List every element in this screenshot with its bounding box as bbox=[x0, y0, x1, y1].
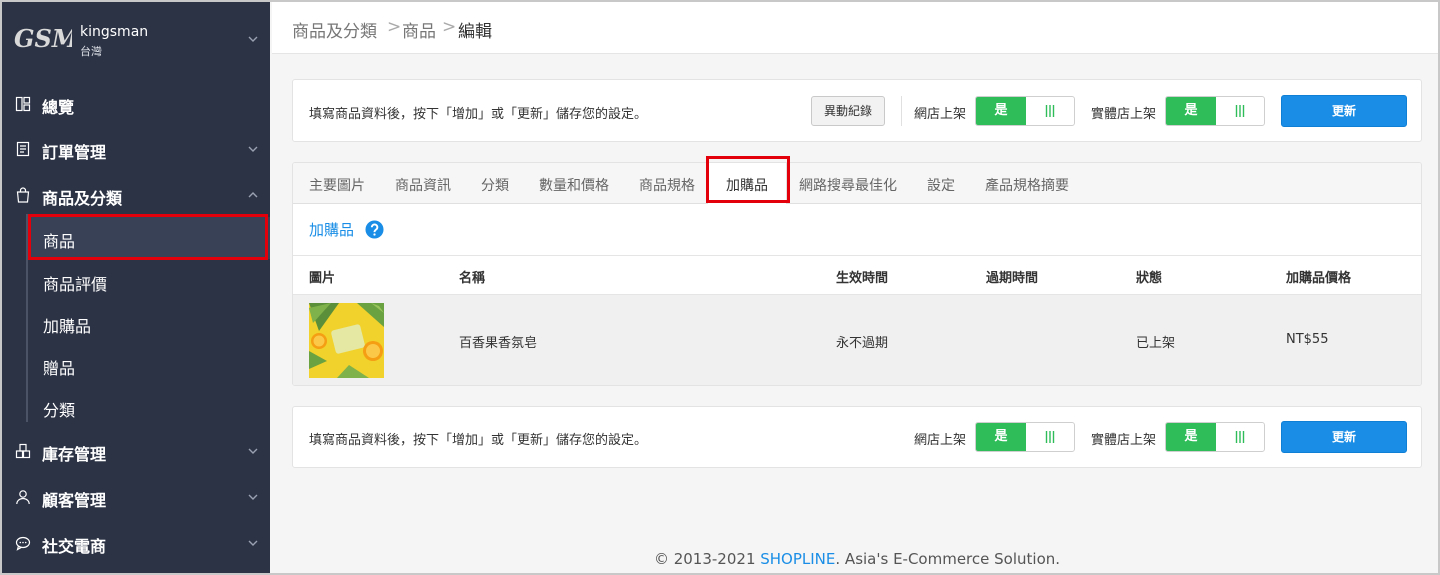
sidebar-item-label: 商品及分類 bbox=[42, 189, 123, 208]
toggle-on: 是 bbox=[1166, 97, 1216, 125]
chevron-down-icon bbox=[248, 492, 258, 502]
sidebar-item-social-commerce[interactable]: 社交電商 bbox=[2, 523, 270, 563]
column-header: 圖片 bbox=[309, 271, 336, 286]
highlight-box bbox=[706, 156, 790, 203]
footer-brand-link[interactable]: SHOPLINE bbox=[760, 550, 835, 568]
online-store-toggle[interactable]: 是 bbox=[975, 96, 1075, 126]
sidebar-item-inventory[interactable]: 庫存管理 bbox=[2, 431, 270, 471]
toggle-on: 是 bbox=[1166, 423, 1216, 451]
sidebar-item-label: 顧客管理 bbox=[42, 491, 107, 510]
footer: © 2013-2021 SHOPLINE. Asia's E-Commerce … bbox=[272, 550, 1438, 568]
breadcrumb: 商品及分類 > 商品 > 編輯 bbox=[272, 2, 1438, 54]
sidebar-subitem-addons[interactable]: 加購品 bbox=[28, 302, 270, 344]
chat-icon bbox=[15, 535, 31, 551]
save-instruction: 填寫商品資料後，按下「增加」或「更新」儲存您的設定。 bbox=[309, 433, 648, 448]
highlight-box bbox=[28, 214, 268, 260]
sidebar-subitem-label: 加購品 bbox=[43, 317, 92, 336]
user-icon bbox=[15, 489, 31, 505]
sidebar-subitem-reviews[interactable]: 商品評價 bbox=[28, 260, 270, 302]
table-row[interactable]: 百香果香氛皂 永不過期 已上架 NT$55 bbox=[293, 295, 1421, 385]
column-header: 生效時間 bbox=[836, 271, 889, 286]
chevron-down-icon bbox=[248, 538, 258, 548]
product-thumbnail bbox=[309, 303, 384, 378]
shopping-bag-icon bbox=[15, 187, 31, 203]
retail-store-toggle[interactable]: 是 bbox=[1165, 96, 1265, 126]
toggle-on: 是 bbox=[976, 423, 1026, 451]
tab-bar: 主要圖片 商品資訊 分類 數量和價格 商品規格 加購品 網路搜尋最佳化 設定 產… bbox=[293, 163, 1421, 204]
footer-tagline: . Asia's E-Commerce Solution. bbox=[835, 550, 1061, 568]
sidebar-item-label: 訂單管理 bbox=[42, 143, 107, 162]
breadcrumb-separator: > bbox=[442, 17, 457, 37]
store-logo: GSM bbox=[14, 24, 72, 53]
retail-store-label: 實體店上架 bbox=[1091, 433, 1157, 448]
table-header: 圖片 名稱 生效時間 過期時間 狀態 加購品價格 bbox=[293, 255, 1421, 295]
addon-effective: 永不過期 bbox=[836, 336, 889, 351]
tab-main-images[interactable]: 主要圖片 bbox=[309, 175, 365, 195]
save-instruction: 填寫商品資料後，按下「增加」或「更新」儲存您的設定。 bbox=[309, 107, 648, 122]
sidebar-item-label: 總覽 bbox=[42, 98, 75, 117]
tab-categories[interactable]: 分類 bbox=[481, 175, 509, 195]
chevron-down-icon bbox=[248, 34, 258, 44]
tab-variations[interactable]: 商品規格 bbox=[639, 175, 695, 195]
sidebar-item-label: 社交電商 bbox=[42, 537, 107, 556]
tab-quantity-price[interactable]: 數量和價格 bbox=[539, 175, 609, 195]
toggle-off bbox=[1026, 423, 1074, 451]
action-panel-top: 填寫商品資料後，按下「增加」或「更新」儲存您的設定。 異動紀錄 網店上架 是 實… bbox=[292, 79, 1422, 142]
update-button[interactable]: 更新 bbox=[1281, 95, 1407, 127]
column-header: 過期時間 bbox=[986, 271, 1039, 286]
store-region: 台灣 bbox=[80, 45, 102, 58]
sidebar: GSM kingsman 台灣 總覽 訂單管理 商品及分類 商品 商品評價 加購… bbox=[2, 2, 270, 573]
sidebar-item-overview[interactable]: 總覽 bbox=[2, 84, 270, 124]
online-store-label: 網店上架 bbox=[914, 107, 967, 122]
update-button[interactable]: 更新 bbox=[1281, 421, 1407, 453]
action-panel-bottom: 填寫商品資料後，按下「增加」或「更新」儲存您的設定。 網店上架 是 實體店上架 … bbox=[292, 406, 1422, 468]
store-switcher[interactable]: GSM kingsman 台灣 bbox=[2, 2, 270, 78]
dashboard-icon bbox=[15, 96, 31, 112]
breadcrumb-current: 編輯 bbox=[458, 22, 492, 42]
toggle-off bbox=[1216, 423, 1264, 451]
inventory-icon bbox=[15, 443, 31, 459]
column-header: 加購品價格 bbox=[1286, 271, 1352, 286]
addon-name: 百香果香氛皂 bbox=[459, 336, 538, 351]
sidebar-subitem-label: 商品評價 bbox=[43, 275, 108, 294]
sidebar-subitem-label: 分類 bbox=[43, 401, 76, 420]
section-title: 加購品 bbox=[309, 221, 355, 239]
breadcrumb-products-categories[interactable]: 商品及分類 bbox=[292, 17, 377, 42]
column-header: 狀態 bbox=[1136, 271, 1163, 286]
sidebar-subitem-label: 贈品 bbox=[43, 359, 76, 378]
online-store-toggle[interactable]: 是 bbox=[975, 422, 1075, 452]
divider bbox=[901, 96, 902, 126]
chevron-up-icon bbox=[248, 190, 258, 200]
footer-copyright: © 2013-2021 bbox=[653, 550, 761, 568]
tab-spec-summary[interactable]: 產品規格摘要 bbox=[985, 175, 1069, 195]
help-icon[interactable] bbox=[365, 220, 384, 239]
history-button[interactable]: 異動紀錄 bbox=[811, 96, 885, 126]
column-header: 名稱 bbox=[459, 271, 486, 286]
toggle-on: 是 bbox=[976, 97, 1026, 125]
sidebar-item-customers[interactable]: 顧客管理 bbox=[2, 477, 270, 517]
breadcrumb-separator: > bbox=[387, 17, 402, 37]
toggle-off bbox=[1026, 97, 1074, 125]
toggle-off bbox=[1216, 97, 1264, 125]
sidebar-item-label: 庫存管理 bbox=[42, 445, 107, 464]
chevron-down-icon bbox=[248, 446, 258, 456]
sidebar-item-orders[interactable]: 訂單管理 bbox=[2, 129, 270, 169]
sidebar-subitem-gifts[interactable]: 贈品 bbox=[28, 344, 270, 386]
breadcrumb-products[interactable]: 商品 bbox=[402, 17, 436, 42]
addon-status: 已上架 bbox=[1136, 336, 1176, 351]
chevron-down-icon bbox=[248, 144, 258, 154]
receipt-icon bbox=[15, 141, 31, 157]
addon-price: NT$55 bbox=[1286, 332, 1329, 347]
retail-store-toggle[interactable]: 是 bbox=[1165, 422, 1265, 452]
sidebar-item-products[interactable]: 商品及分類 bbox=[2, 175, 270, 215]
app-window: GSM kingsman 台灣 總覽 訂單管理 商品及分類 商品 商品評價 加購… bbox=[0, 0, 1440, 575]
retail-store-label: 實體店上架 bbox=[1091, 107, 1157, 122]
online-store-label: 網店上架 bbox=[914, 433, 967, 448]
store-name: kingsman bbox=[80, 24, 149, 40]
product-edit-card: 主要圖片 商品資訊 分類 數量和價格 商品規格 加購品 網路搜尋最佳化 設定 產… bbox=[292, 162, 1422, 386]
tab-settings[interactable]: 設定 bbox=[927, 175, 955, 195]
sidebar-subitem-categories[interactable]: 分類 bbox=[28, 386, 270, 428]
tab-product-info[interactable]: 商品資訊 bbox=[395, 175, 451, 195]
tab-seo[interactable]: 網路搜尋最佳化 bbox=[799, 175, 897, 195]
